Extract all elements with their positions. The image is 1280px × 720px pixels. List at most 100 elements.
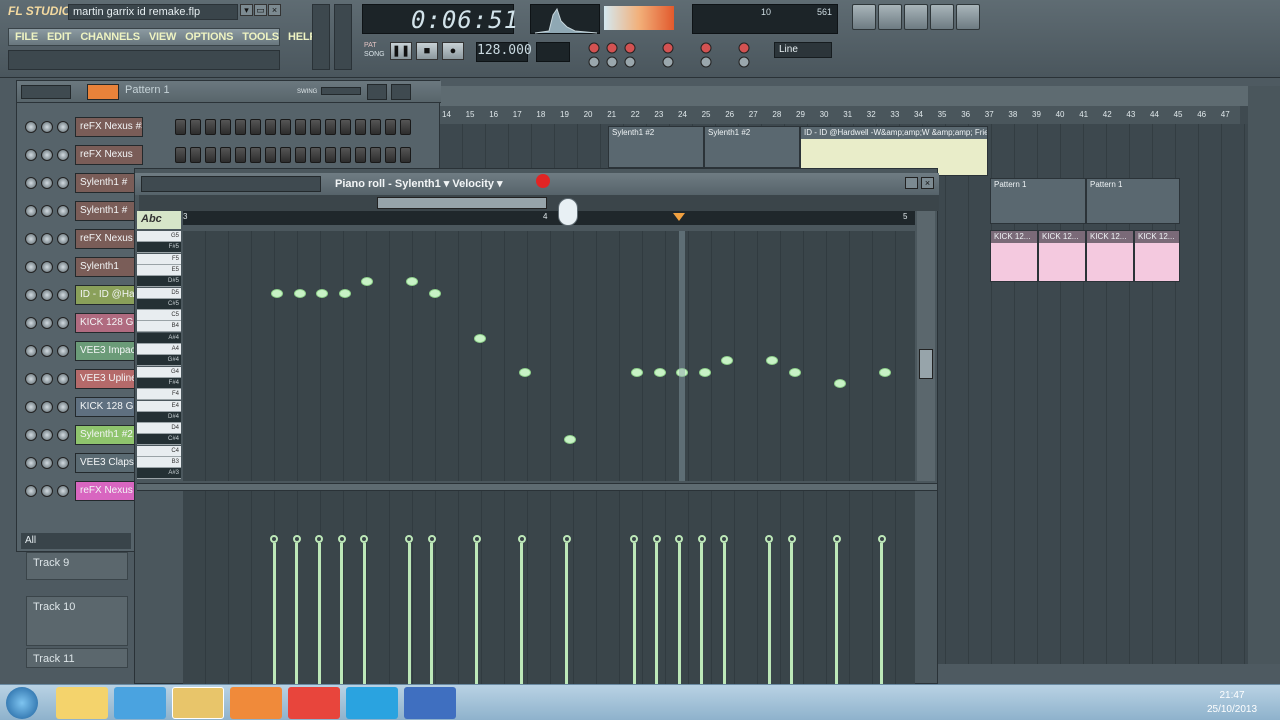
pan-knob-icon[interactable] [41,149,53,161]
pan-knob-icon[interactable] [41,373,53,385]
volume-knob-icon[interactable] [57,149,69,161]
piano-key[interactable]: B4 [137,321,181,333]
mute-knob-icon[interactable] [25,149,37,161]
mute-knob-icon[interactable] [25,177,37,189]
channel-button[interactable]: reFX Nexus [75,481,143,501]
piano-key[interactable]: F#5 [137,242,181,254]
piano-key[interactable]: D#4 [137,411,181,423]
mute-knob-icon[interactable] [25,345,37,357]
volume-knob-icon[interactable] [57,345,69,357]
volume-knob-icon[interactable] [57,373,69,385]
volume-knob-icon[interactable] [57,429,69,441]
restore-icon[interactable]: ▭ [254,4,267,16]
velocity-handle[interactable] [877,535,886,543]
pan-knob-icon[interactable] [41,457,53,469]
pan-knob-icon[interactable] [41,121,53,133]
velocity-handle[interactable] [720,535,728,543]
channel-button[interactable]: reFX Nexus [75,229,143,249]
pan-knob-icon[interactable] [41,233,53,245]
step-button[interactable] [265,119,276,135]
pan-knob-icon[interactable] [41,261,53,273]
piano-key[interactable]: F5 [137,253,181,265]
swing-slider[interactable] [321,87,361,95]
mute-knob-icon[interactable] [25,401,37,413]
playlist-ruler[interactable]: 14 15 16 17 18 19 20 21 22 23 24 25 26 27 28 29 30 31 32 33… [440,106,1240,124]
tempo-display[interactable]: 128.000 [476,42,532,62]
velocity-bar[interactable] [700,543,703,685]
velocity-bar[interactable] [430,543,433,685]
master-pitch-slider[interactable] [334,4,352,70]
explorer-icon[interactable] [56,687,108,719]
piano-key[interactable]: B3 [137,457,181,468]
note[interactable] [563,435,576,445]
note[interactable] [833,378,846,388]
event-editor-divider[interactable] [137,483,937,491]
mute-knob-icon[interactable] [25,261,37,273]
pan-knob-icon[interactable] [41,205,53,217]
step-button[interactable] [190,119,201,135]
channel-button[interactable]: Sylenth1 # [75,201,143,221]
velocity-handle[interactable] [562,535,571,543]
clip-kick-2[interactable]: KICK 12... [1038,230,1086,282]
step-button[interactable] [295,119,306,135]
step-button[interactable] [190,147,201,163]
step-button[interactable] [325,147,336,163]
step-button[interactable] [400,147,411,163]
velocity-bar[interactable] [632,543,636,685]
piano-key[interactable]: A#3 [137,468,181,480]
pattern-number-display[interactable] [536,42,570,62]
piano-key[interactable]: E4 [137,400,181,412]
step-button[interactable] [370,147,381,163]
step-button[interactable] [250,147,261,163]
velocity-handle[interactable] [652,535,661,543]
step-button[interactable] [235,119,246,135]
velocity-bar[interactable] [767,543,771,685]
velocity-handle[interactable] [270,535,278,543]
velocity-handle[interactable] [675,535,683,543]
volume-knob-icon[interactable] [57,485,69,497]
note[interactable] [428,288,441,298]
menu-options[interactable]: OPTIONS [185,31,233,43]
channel-button[interactable]: KICK 128 G [75,313,143,333]
playback-marker-icon[interactable] [673,213,685,221]
velocity-handle[interactable] [697,535,706,543]
piano-roll-ruler[interactable]: 3 4 5 [183,211,915,225]
note[interactable] [788,367,801,377]
step-button[interactable] [310,119,321,135]
piano-roll-view[interactable]: Velocity [452,178,494,190]
note[interactable] [361,277,373,287]
channel-filter-all[interactable]: All [21,533,131,549]
step-button[interactable] [280,147,291,163]
close-icon[interactable]: × [921,177,934,189]
note[interactable] [316,288,328,298]
velocity-bar[interactable] [340,543,343,685]
hscroll-thumb[interactable] [377,197,547,209]
velocity-handle[interactable] [765,535,773,543]
velocity-handle[interactable] [337,535,346,543]
mute-knob-icon[interactable] [25,457,37,469]
velocity-editor[interactable] [183,491,915,685]
velocity-handle[interactable] [292,535,301,543]
step-button[interactable] [355,147,366,163]
clip-kick-1[interactable]: KICK 12... [990,230,1038,282]
piano-roll-icon[interactable] [904,4,928,30]
velocity-bar[interactable] [790,543,793,685]
channel-button[interactable]: ID - ID @Ha [75,285,143,305]
clip-pattern-1a[interactable]: Pattern 1 [990,178,1086,224]
channel-button[interactable]: VEE3 Claps C [75,453,143,473]
step-button[interactable] [235,147,246,163]
step-button[interactable] [400,119,411,135]
velocity-bar[interactable] [565,543,568,685]
piano-key[interactable]: E5 [137,264,181,276]
clip-kick-4[interactable]: KICK 12... [1134,230,1180,282]
channel-button[interactable]: KICK 128 G [75,397,143,417]
velocity-bar[interactable] [272,543,276,685]
piano-roll-tools[interactable] [141,176,321,192]
velocity-handle[interactable] [427,535,436,543]
menu-tools[interactable]: TOOLS [242,31,279,43]
track-10-label[interactable]: Track 10 [26,596,128,646]
velocity-bar[interactable] [722,543,726,685]
step-button[interactable] [175,147,186,163]
volume-knob-icon[interactable] [57,457,69,469]
piano-roll-vscroll[interactable] [917,211,935,481]
